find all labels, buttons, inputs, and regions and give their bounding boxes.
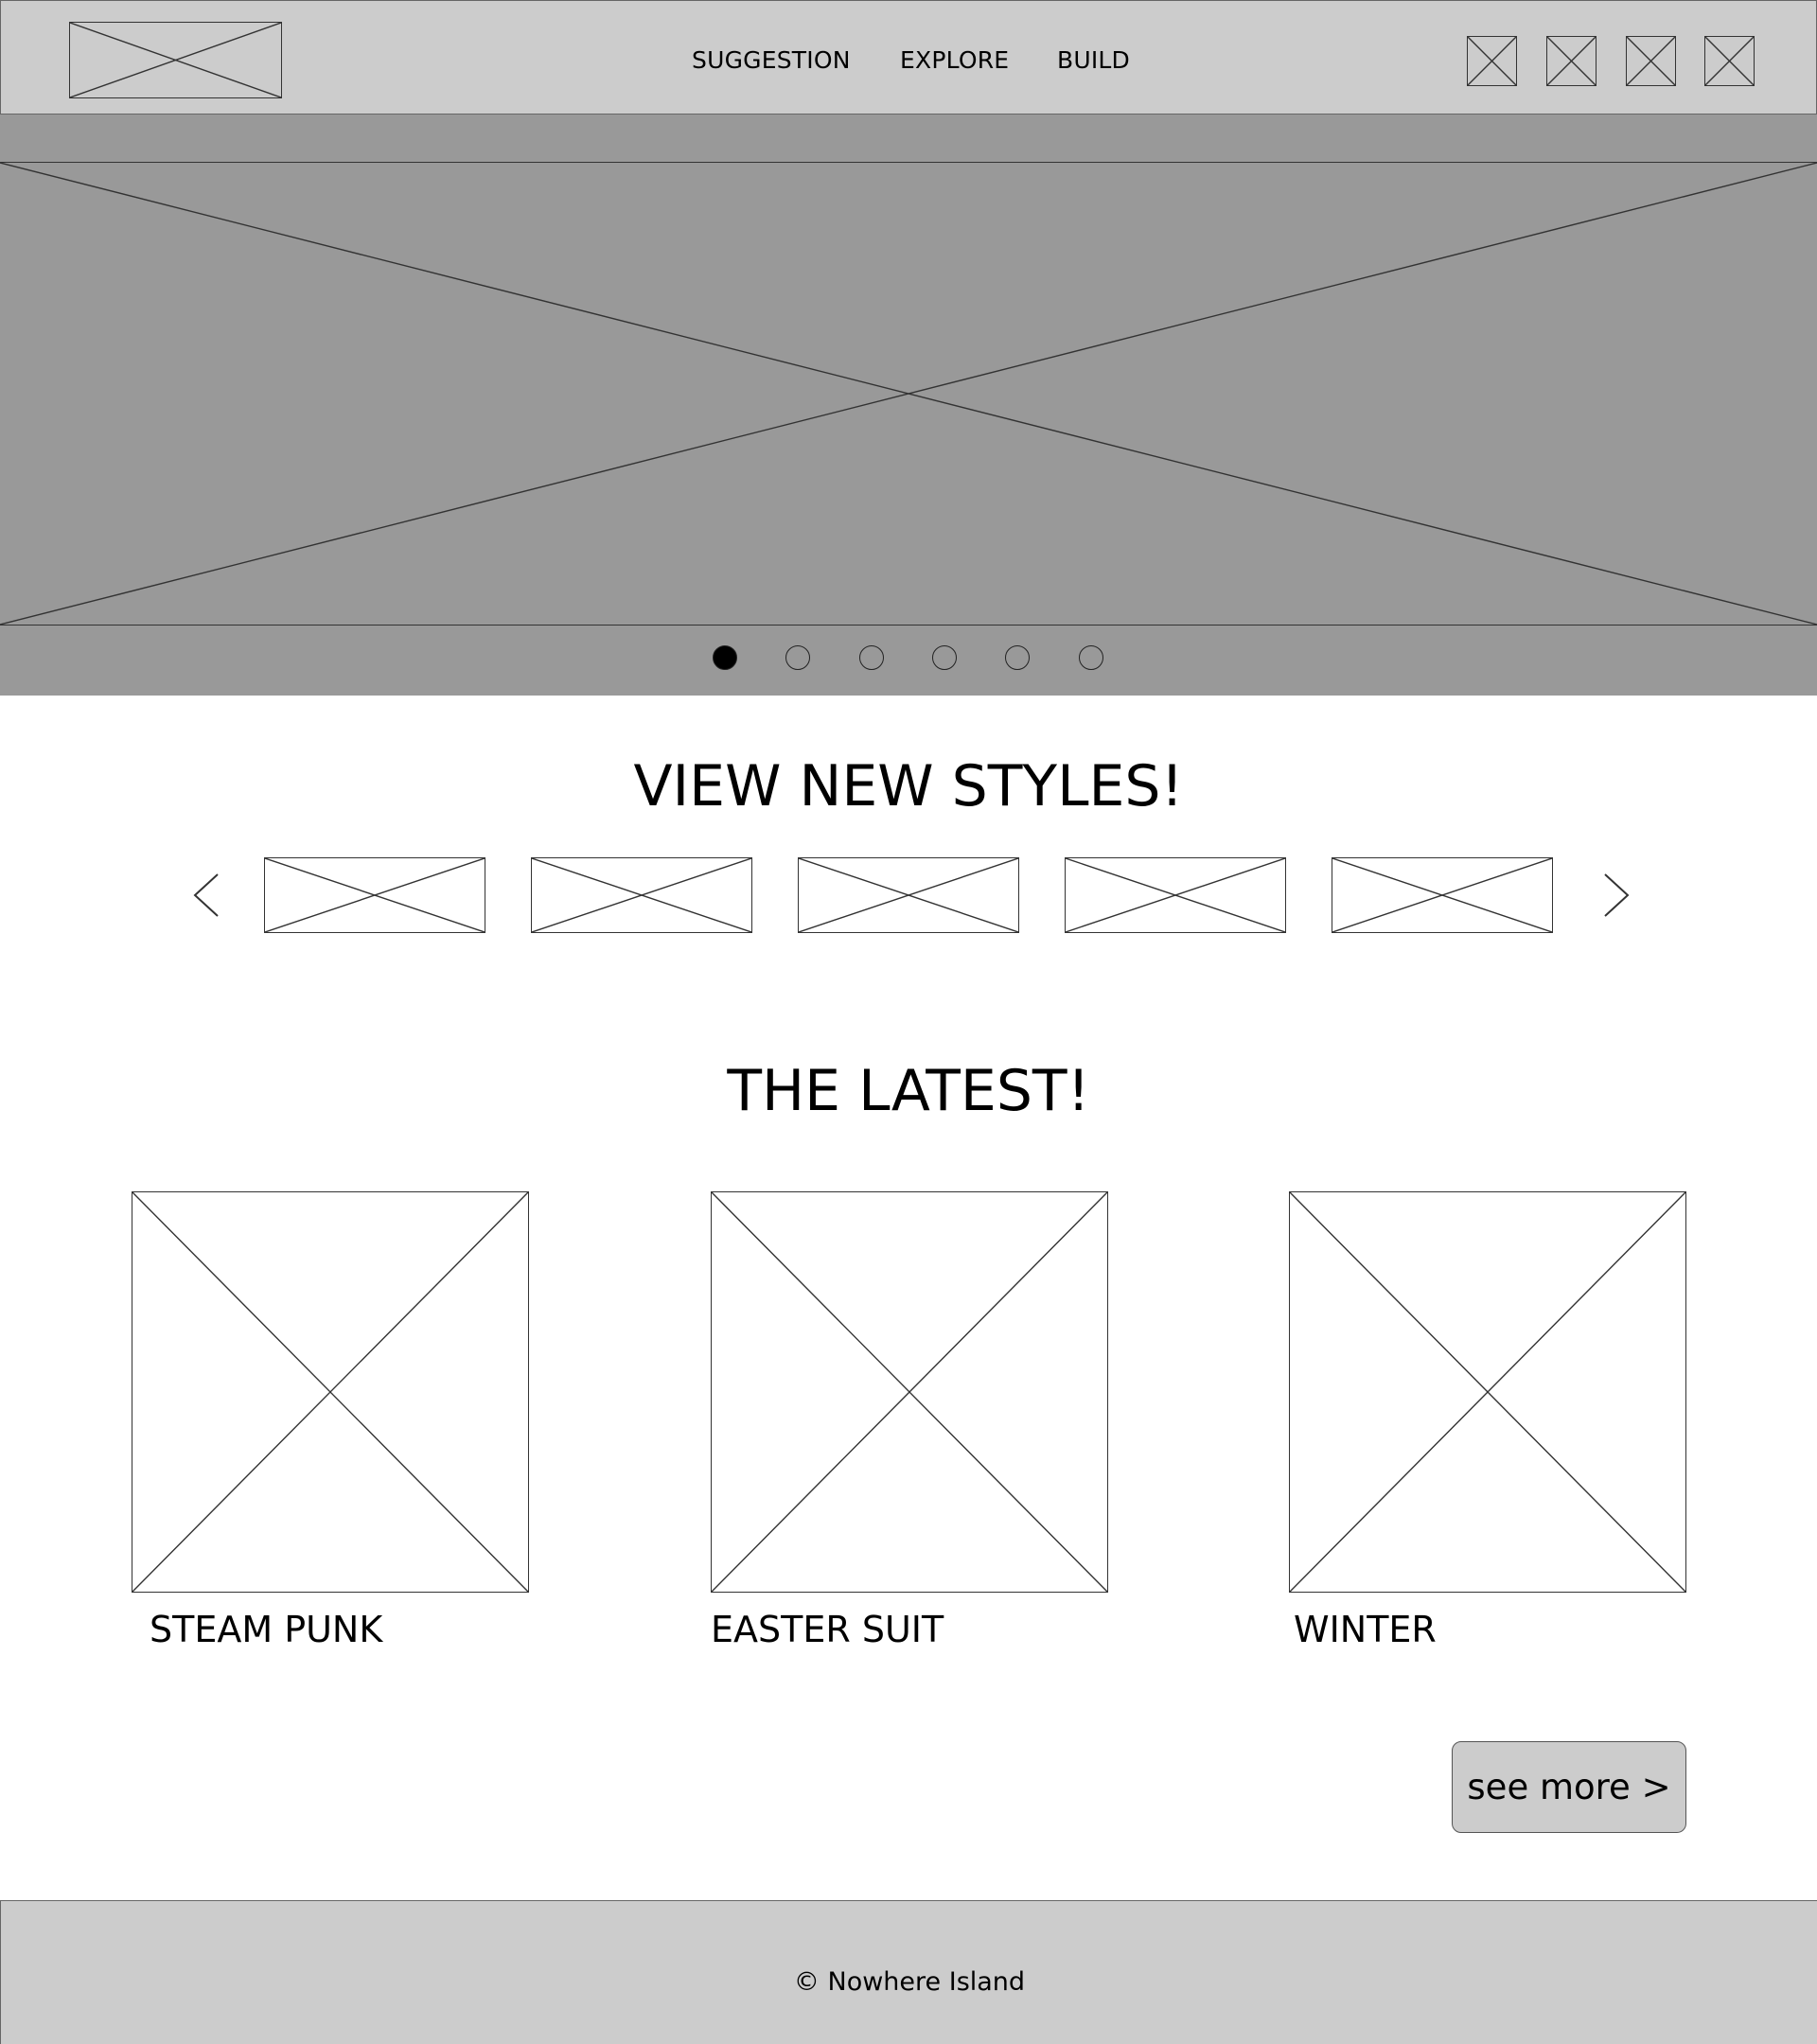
style-thumbnail-image-placeholder-icon[interactable] xyxy=(531,857,752,933)
header: SUGGESTION EXPLORE BUILD xyxy=(0,0,1817,115)
style-thumbnail-image-placeholder-icon[interactable] xyxy=(798,857,1019,933)
latest-card-label-steam-punk[interactable]: STEAM PUNK xyxy=(150,1609,382,1650)
carousel-dot-3[interactable] xyxy=(859,645,884,670)
style-thumbnail-image-placeholder-icon[interactable] xyxy=(1065,857,1286,933)
latest-card-label-easter-suit[interactable]: EASTER SUIT xyxy=(711,1609,944,1650)
header-image-placeholder-icon[interactable] xyxy=(1704,36,1755,86)
style-thumbnail-image-placeholder-icon[interactable] xyxy=(264,857,485,933)
footer: © Nowhere Island xyxy=(0,1900,1817,2044)
carousel-dot-6[interactable] xyxy=(1079,645,1103,670)
hero-carousel xyxy=(0,115,1817,696)
latest-section-title: THE LATEST! xyxy=(727,1058,1090,1124)
carousel-dot-5[interactable] xyxy=(1005,645,1030,670)
chevron-right-icon[interactable] xyxy=(1597,871,1635,920)
logo-image-placeholder-icon[interactable] xyxy=(69,22,282,98)
nav-item-explore[interactable]: EXPLORE xyxy=(900,46,1009,74)
carousel-dot-4[interactable] xyxy=(932,645,957,670)
styles-section-title: VIEW NEW STYLES! xyxy=(633,753,1184,819)
latest-card-image-placeholder-icon[interactable] xyxy=(711,1191,1108,1593)
latest-card-label-winter[interactable]: WINTER xyxy=(1294,1609,1437,1650)
carousel-dot-2[interactable] xyxy=(785,645,810,670)
footer-copyright: © Nowhere Island xyxy=(793,1967,1026,1997)
latest-card-image-placeholder-icon[interactable] xyxy=(132,1191,529,1593)
header-image-placeholder-icon[interactable] xyxy=(1467,36,1517,86)
nav-item-suggestion[interactable]: SUGGESTION xyxy=(692,46,851,74)
header-image-placeholder-icon[interactable] xyxy=(1626,36,1676,86)
hero-image-placeholder-icon[interactable] xyxy=(0,162,1817,626)
latest-card-image-placeholder-icon[interactable] xyxy=(1289,1191,1686,1593)
nav-item-build[interactable]: BUILD xyxy=(1057,46,1130,74)
style-thumbnail-image-placeholder-icon[interactable] xyxy=(1332,857,1553,933)
carousel-dot-1[interactable] xyxy=(713,645,737,670)
header-image-placeholder-icon[interactable] xyxy=(1546,36,1596,86)
see-more-button[interactable]: see more > xyxy=(1452,1741,1686,1833)
chevron-left-icon[interactable] xyxy=(187,871,225,920)
